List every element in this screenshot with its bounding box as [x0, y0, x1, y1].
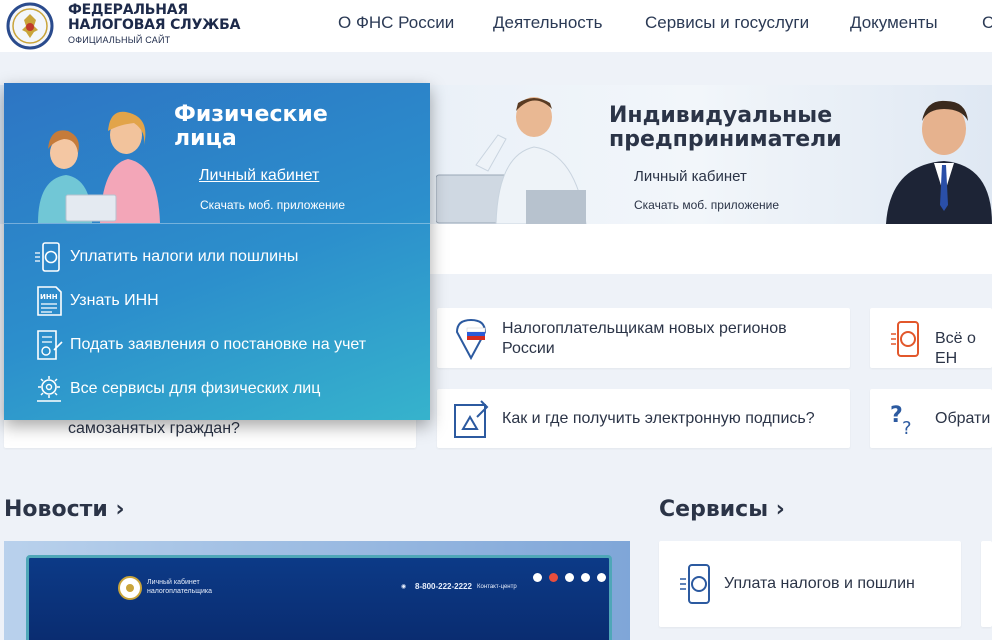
site-header: ФЕДЕРАЛЬНАЯ НАЛОГОВАЯ СЛУЖБА ОФИЦИАЛЬНЫЙ…	[0, 0, 992, 52]
card-selfemployed-label: самозанятых граждан?	[68, 420, 240, 437]
phone-ruble-icon	[680, 564, 710, 604]
svg-text:ИНН: ИНН	[40, 293, 58, 301]
eye-icon: ◉	[401, 584, 407, 590]
entrepreneur-illustration	[436, 97, 587, 224]
individuals-title[interactable]: Физические лица	[174, 103, 328, 151]
fns-emblem-icon[interactable]	[4, 2, 56, 50]
logo-line3: ОФИЦИАЛЬНЫЙ САЙТ	[68, 35, 171, 45]
service-next-partial[interactable]	[981, 541, 992, 627]
slider-dot-1[interactable]	[533, 573, 542, 582]
nav-more[interactable]: С	[982, 13, 992, 33]
entrepreneurs-app-link[interactable]: Скачать моб. приложение	[634, 198, 779, 212]
dropdown-item-label: Подать заявления о постановке на учет	[70, 336, 367, 353]
dropdown-item-label: Узнать ИНН	[70, 292, 159, 309]
nav-activity[interactable]: Деятельность	[493, 13, 602, 33]
dropdown-item-inn[interactable]: ИНН Узнать ИНН	[34, 284, 424, 318]
slider-dot-2-active[interactable]	[549, 573, 558, 582]
entrepreneurs-cabinet-link[interactable]: Личный кабинет	[634, 168, 747, 185]
dropdown-item-pay-taxes[interactable]: Уплатить налоги или пошлины	[34, 240, 424, 274]
phone-ruble-icon	[35, 242, 60, 272]
svg-text:?: ?	[902, 418, 912, 438]
card-new-regions-label: Налогоплательщикам новых регионов России	[502, 320, 787, 357]
card-all-about[interactable]: Всё о ЕН	[870, 308, 992, 368]
news-slider[interactable]: Личный кабинет налогоплательщика ◉ 8-800…	[4, 541, 630, 640]
gear-services-icon	[37, 376, 61, 402]
news-section-title[interactable]: Новости ›	[4, 497, 125, 522]
dropdown-item-label: Уплатить налоги или пошлины	[70, 248, 299, 265]
e-signature-icon	[454, 400, 489, 438]
card-contact-label: Обрати	[935, 410, 991, 427]
slider-dot-3[interactable]	[565, 573, 574, 582]
nav-services[interactable]: Сервисы и госуслуги	[645, 13, 809, 33]
map-pin-flag-icon	[455, 318, 487, 360]
card-contact[interactable]: ? ? Обрати	[870, 389, 992, 448]
chevron-right-icon: ›	[775, 497, 785, 522]
inn-document-icon: ИНН	[37, 286, 62, 316]
news-title-text: Новости	[4, 497, 108, 522]
question-marks-icon: ? ?	[890, 403, 912, 438]
dropdown-divider	[4, 223, 430, 224]
individuals-dropdown: Физические лица Личный кабинет Скачать м…	[4, 83, 430, 420]
service-tax-payment[interactable]: Уплата налогов и пошлин	[659, 541, 961, 627]
card-e-signature-label: Как и где получить электронную подпись?	[502, 410, 815, 427]
phone-ruble-icon	[891, 321, 919, 357]
businessman-illustration	[886, 100, 992, 224]
logo-line2: НАЛОГОВАЯ СЛУЖБА	[68, 17, 241, 33]
individuals-app-link[interactable]: Скачать моб. приложение	[200, 198, 345, 212]
nav-about[interactable]: О ФНС России	[338, 13, 454, 33]
dropdown-item-all-services[interactable]: Все сервисы для физических лиц	[34, 372, 424, 406]
slider-dot-5[interactable]	[597, 573, 606, 582]
chevron-right-icon: ›	[115, 497, 125, 522]
slide-cabinet-line2: налогоплательщика	[147, 588, 213, 595]
dropdown-item-label: Все сервисы для физических лиц	[70, 380, 321, 397]
card-new-regions[interactable]: Налогоплательщикам новых регионов России	[437, 308, 850, 368]
card-all-about-label: Всё о ЕН	[935, 330, 976, 367]
slide-cabinet-line1: Личный кабинет	[147, 579, 200, 586]
nav-documents[interactable]: Документы	[850, 13, 938, 33]
application-form-icon	[37, 330, 63, 360]
service-tax-payment-label: Уплата налогов и пошлин	[724, 575, 915, 592]
svg-text:?: ?	[890, 403, 903, 428]
logo-line1: ФЕДЕРАЛЬНАЯ	[68, 2, 189, 18]
entrepreneurs-title-2[interactable]: предприниматели	[609, 128, 842, 152]
slide-contact: Контакт-центр	[477, 584, 517, 590]
mother-daughter-illustration	[38, 111, 160, 223]
search-strip	[430, 224, 992, 274]
individuals-cabinet-link[interactable]: Личный кабинет	[199, 167, 319, 185]
card-e-signature[interactable]: Как и где получить электронную подпись?	[437, 389, 850, 448]
slide-phone: 8-800-222-2222	[415, 582, 472, 591]
services-section-title[interactable]: Сервисы ›	[659, 497, 785, 522]
entrepreneurs-title-1[interactable]: Индивидуальные	[609, 104, 832, 128]
fns-emblem-small-icon	[118, 576, 142, 600]
individuals-title-line1: Физические	[174, 102, 328, 127]
slider-dot-4[interactable]	[581, 573, 590, 582]
services-title-text: Сервисы	[659, 497, 769, 522]
individuals-title-line2: лица	[174, 126, 237, 151]
site-logo[interactable]: ФЕДЕРАЛЬНАЯ НАЛОГОВАЯ СЛУЖБА ОФИЦИАЛЬНЫЙ…	[68, 2, 241, 46]
news-slide[interactable]: Личный кабинет налогоплательщика ◉ 8-800…	[26, 555, 612, 640]
dropdown-item-registration[interactable]: Подать заявления о постановке на учет	[34, 328, 424, 362]
